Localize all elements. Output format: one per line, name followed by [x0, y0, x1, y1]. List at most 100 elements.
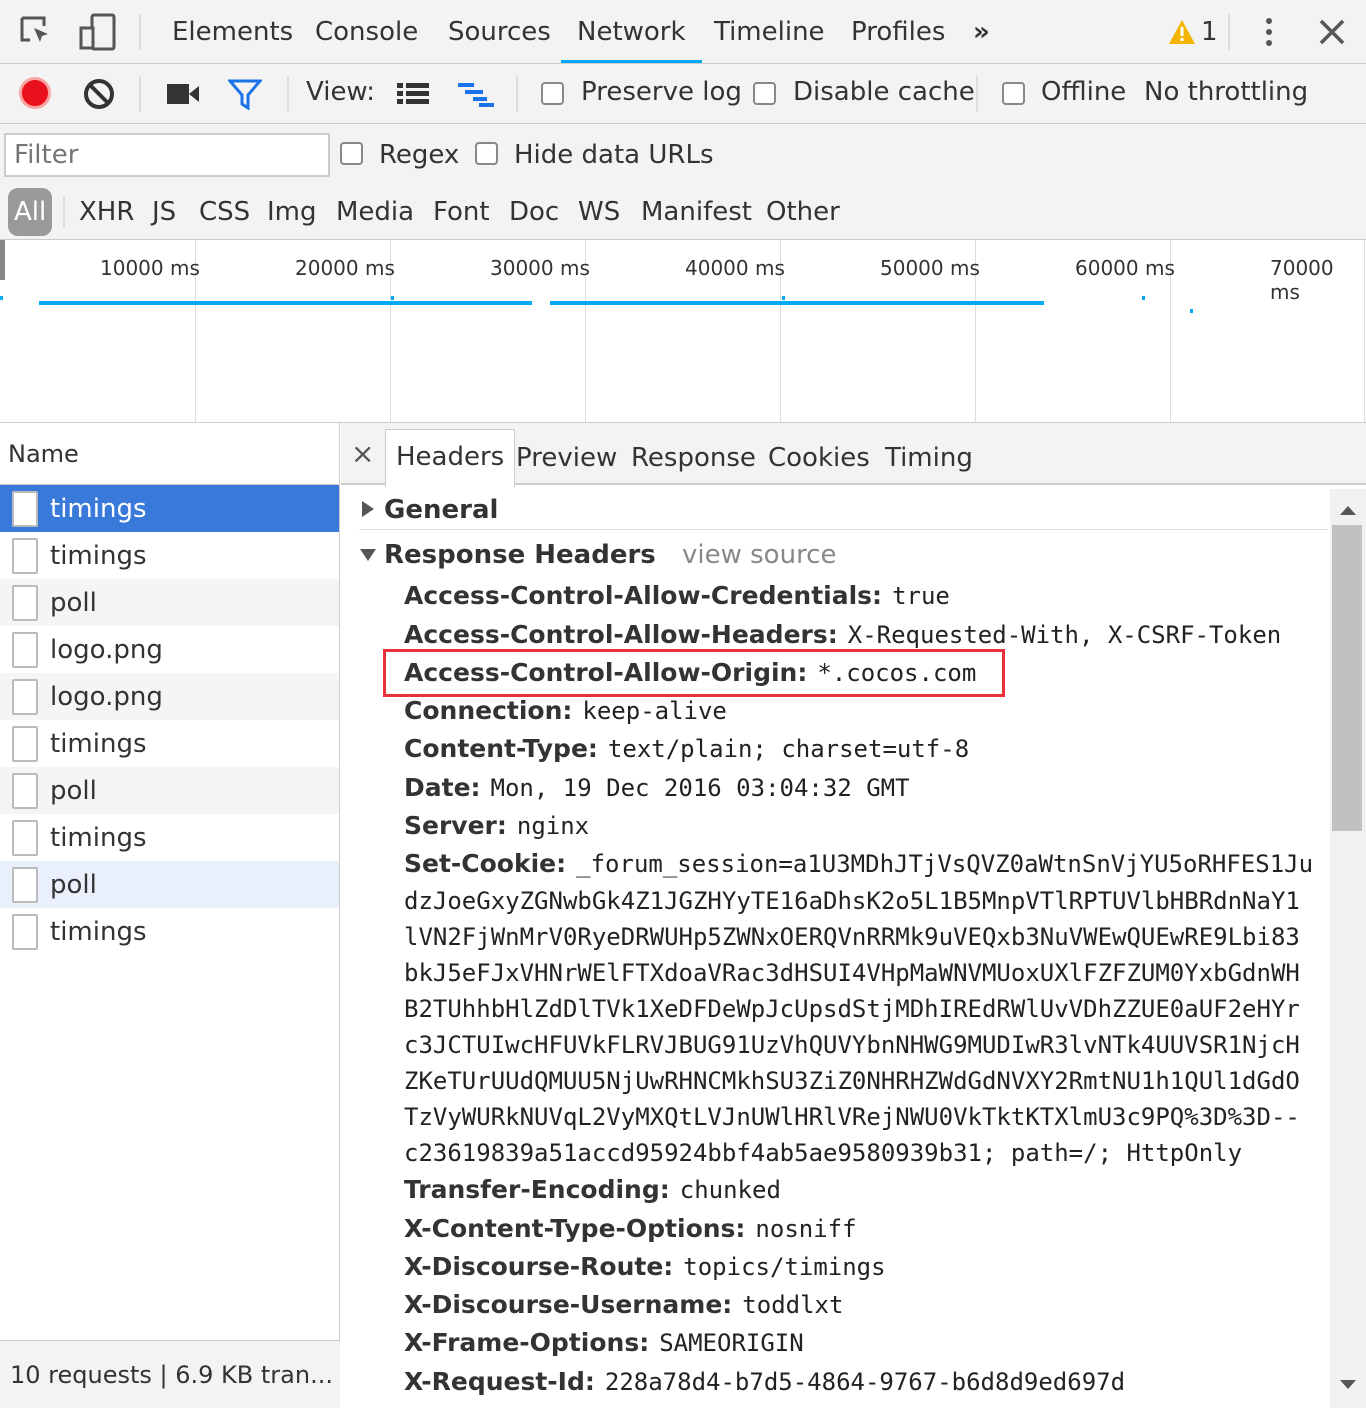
type-filter-js[interactable]: JS	[152, 188, 176, 236]
header-name: Date:	[404, 773, 481, 802]
header-row: Content-Type: text/plain; charset=utf-8	[404, 734, 969, 763]
tab-preview[interactable]: Preview	[516, 443, 617, 473]
tick-label: 50000 ms	[880, 256, 980, 280]
request-row[interactable]: poll	[0, 767, 339, 814]
header-name: Set-Cookie:	[404, 849, 567, 878]
general-section-title[interactable]: General	[384, 495, 498, 525]
triangle-right-icon[interactable]	[361, 500, 375, 518]
inspect-element-icon[interactable]	[18, 14, 54, 50]
timeline-overview[interactable]: 10000 ms 20000 ms 30000 ms 40000 ms 5000…	[0, 240, 1366, 423]
request-name: timings	[50, 916, 147, 947]
header-value: 228a78d4-b7d5-4864-9767-b6d8d9ed697d	[604, 1368, 1126, 1396]
tick-label: 60000 ms	[1075, 256, 1175, 280]
request-row[interactable]: logo.png	[0, 626, 339, 673]
header-name: X-Discourse-Route:	[404, 1252, 674, 1281]
large-rows-icon[interactable]	[396, 82, 430, 106]
file-icon	[12, 584, 38, 621]
hide-data-urls-checkbox[interactable]	[475, 142, 498, 165]
filter-input[interactable]	[4, 133, 330, 177]
request-row[interactable]: timings	[0, 814, 339, 861]
tab-elements[interactable]: Elements	[172, 0, 293, 64]
warning-count[interactable]: 1	[1201, 0, 1218, 64]
tab-headers[interactable]: Headers	[385, 429, 516, 487]
header-row: X-Discourse-Username: toddlxt	[404, 1290, 843, 1319]
header-row: Server: nginx	[404, 811, 589, 840]
devtools-tabbar: Elements Console Sources Network Timelin…	[0, 0, 1366, 64]
overview-drag-handle[interactable]	[0, 240, 5, 280]
file-icon	[12, 819, 38, 856]
type-filter-img[interactable]: Img	[267, 188, 317, 236]
tab-timing[interactable]: Timing	[885, 443, 973, 473]
header-row: Date: Mon, 19 Dec 2016 03:04:32 GMT	[404, 773, 910, 802]
type-filter-xhr[interactable]: XHR	[79, 188, 134, 236]
header-row: X-Discourse-Route: topics/timings	[404, 1252, 886, 1281]
type-filter-ws[interactable]: WS	[578, 188, 620, 236]
header-name: X-Content-Type-Options:	[404, 1214, 746, 1243]
triangle-down-icon[interactable]	[359, 547, 377, 561]
request-bar	[782, 296, 785, 300]
disable-cache-checkbox[interactable]	[753, 82, 776, 105]
record-button[interactable]	[19, 77, 51, 109]
header-row: Connection: keep-alive	[404, 696, 727, 725]
waterfall-overview-icon[interactable]	[457, 82, 495, 108]
request-bar	[0, 296, 3, 300]
hide-data-urls-label: Hide data URLs	[514, 140, 714, 170]
response-headers-title[interactable]: Response Headers	[384, 540, 656, 570]
header-value: true	[892, 582, 950, 610]
offline-checkbox[interactable]	[1002, 82, 1025, 105]
tab-network[interactable]: Network	[561, 0, 702, 63]
type-filter-font[interactable]: Font	[433, 188, 490, 236]
type-filter-media[interactable]: Media	[336, 188, 414, 236]
device-mode-icon[interactable]	[78, 12, 118, 52]
kebab-menu-icon[interactable]	[1262, 16, 1276, 48]
scroll-up-arrow-icon[interactable]	[1339, 501, 1357, 515]
file-icon	[12, 537, 38, 574]
divider	[139, 14, 141, 50]
tab-response[interactable]: Response	[631, 443, 756, 473]
scroll-down-arrow-icon[interactable]	[1339, 1376, 1357, 1389]
preserve-log-label: Preserve log	[581, 77, 742, 107]
tick-label: 20000 ms	[295, 256, 395, 280]
type-filter-manifest[interactable]: Manifest	[641, 188, 752, 236]
divider	[976, 76, 978, 112]
type-filter-other[interactable]: Other	[766, 188, 840, 236]
header-value: X-Requested-With, X-CSRF-Token	[847, 621, 1282, 649]
cookie-value-line: ZKeTUrUUdQMUU5NjUwRHNCMkhSU3ZiZ0NHRHZWdG…	[404, 1067, 1300, 1095]
close-detail-icon[interactable]: ×	[351, 437, 374, 470]
request-row[interactable]: poll	[0, 579, 339, 626]
scrollbar-thumb[interactable]	[1332, 525, 1362, 831]
preserve-log-checkbox[interactable]	[541, 82, 564, 105]
close-devtools-icon[interactable]	[1318, 18, 1346, 46]
more-tabs-button[interactable]: »	[973, 0, 990, 64]
request-row[interactable]: timings	[0, 908, 339, 955]
header-row: Transfer-Encoding: chunked	[404, 1175, 781, 1204]
tab-sources[interactable]: Sources	[448, 0, 551, 64]
tick-label: 10000 ms	[100, 256, 200, 280]
filter-funnel-icon[interactable]	[226, 78, 264, 111]
screenshot-camera-icon[interactable]	[166, 82, 200, 106]
name-column-header[interactable]: Name	[0, 423, 339, 485]
view-source-link[interactable]: view source	[682, 540, 836, 570]
tab-console[interactable]: Console	[315, 0, 418, 64]
vertical-scrollbar[interactable]	[1330, 489, 1366, 1408]
type-filter-css[interactable]: CSS	[199, 188, 250, 236]
divider	[139, 76, 141, 112]
type-filter-doc[interactable]: Doc	[509, 188, 559, 236]
throttling-select[interactable]: No throttling	[1144, 77, 1308, 107]
regex-checkbox[interactable]	[340, 142, 363, 165]
request-row[interactable]: timings	[0, 485, 339, 532]
header-name: X-Discourse-Username:	[404, 1290, 733, 1319]
request-row[interactable]: logo.png	[0, 673, 339, 720]
clear-icon[interactable]	[82, 77, 116, 111]
request-row[interactable]: timings	[0, 720, 339, 767]
request-name: timings	[50, 728, 147, 759]
request-row[interactable]: poll	[0, 861, 339, 908]
request-detail-pane: × Headers Preview Response Cookies Timin…	[341, 423, 1366, 1408]
request-row[interactable]: timings	[0, 532, 339, 579]
tab-timeline[interactable]: Timeline	[714, 0, 825, 64]
tab-profiles[interactable]: Profiles	[851, 0, 945, 64]
type-filter-all[interactable]: All	[8, 188, 53, 236]
header-value: SAMEORIGIN	[659, 1329, 804, 1357]
tab-cookies[interactable]: Cookies	[768, 443, 870, 473]
warning-icon[interactable]	[1168, 18, 1196, 46]
